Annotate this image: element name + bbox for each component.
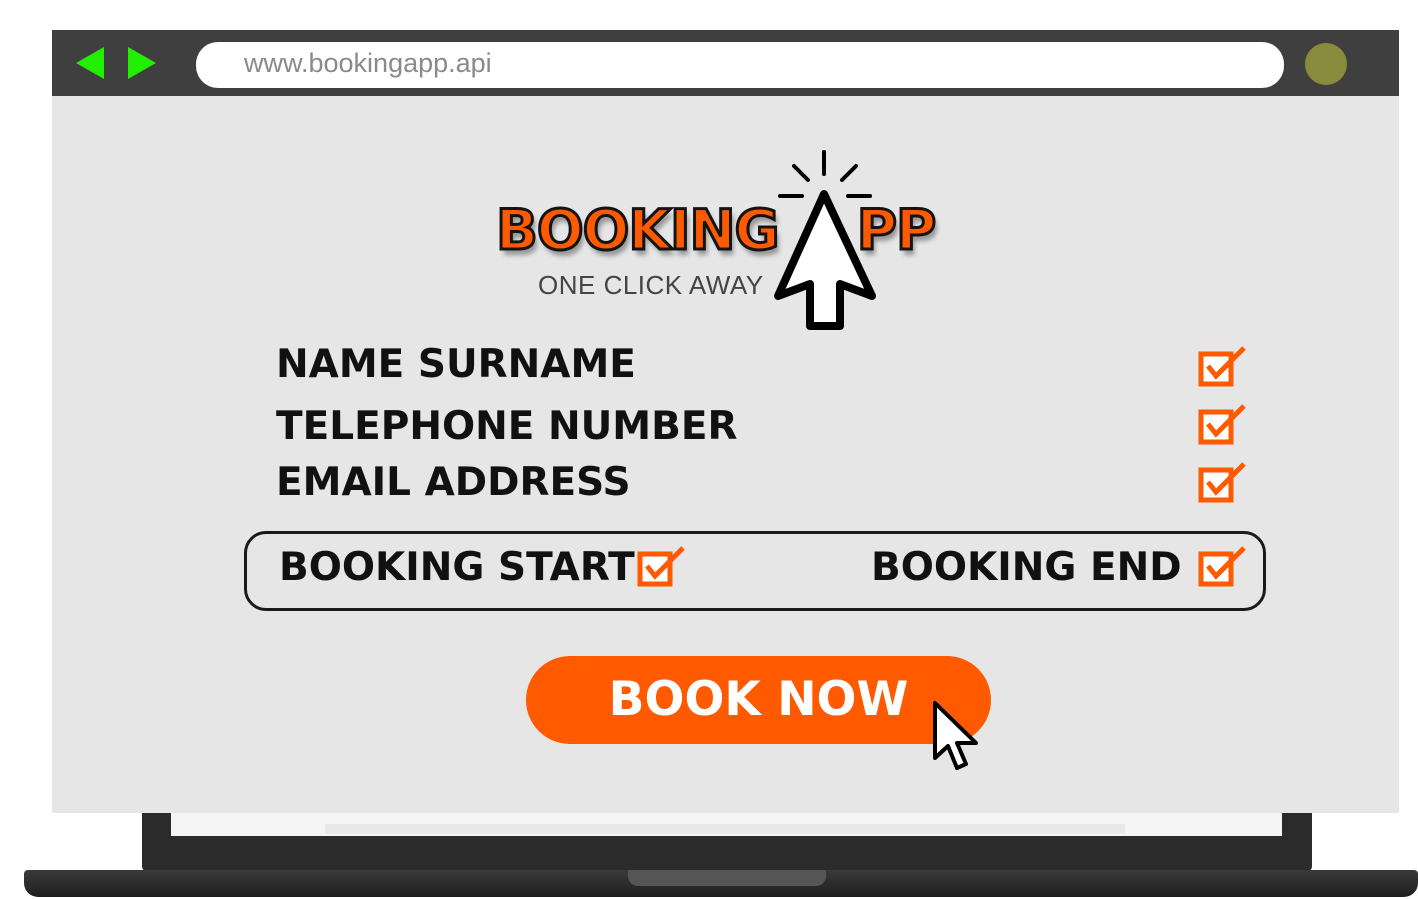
booking-end-label: BOOKING END bbox=[871, 545, 1182, 590]
laptop-screen-strip bbox=[325, 824, 1125, 834]
book-now-button[interactable]: BOOK NOW bbox=[526, 656, 991, 744]
checkbox-checked-icon[interactable] bbox=[1198, 460, 1250, 504]
logo-word-left: BOOKING bbox=[495, 197, 782, 264]
logo-tagline: ONE CLICK AWAY bbox=[538, 270, 764, 300]
checkbox-checked-icon[interactable] bbox=[1198, 402, 1250, 446]
field-label-name: NAME SURNAME bbox=[276, 342, 636, 387]
field-label-telephone: TELEPHONE NUMBER bbox=[276, 404, 738, 449]
browser-menu-dot[interactable] bbox=[1305, 43, 1347, 85]
checkbox-checked-icon[interactable] bbox=[637, 544, 689, 588]
logo-cursor-icon bbox=[774, 150, 876, 330]
back-arrow-icon[interactable] bbox=[76, 47, 104, 79]
browser-window: www.bookingapp.api BOOKING PP ONE CLICK A… bbox=[52, 30, 1399, 813]
checkbox-checked-icon[interactable] bbox=[1198, 544, 1250, 588]
forward-arrow-icon[interactable] bbox=[128, 47, 156, 79]
field-label-email: EMAIL ADDRESS bbox=[276, 460, 631, 505]
browser-toolbar: www.bookingapp.api bbox=[52, 30, 1399, 96]
booking-start-label: BOOKING START bbox=[279, 545, 635, 590]
checkbox-checked-icon[interactable] bbox=[1198, 344, 1250, 388]
cursor-icon bbox=[933, 701, 978, 770]
address-bar[interactable]: www.bookingapp.api bbox=[196, 42, 1284, 88]
laptop-notch bbox=[628, 870, 826, 886]
